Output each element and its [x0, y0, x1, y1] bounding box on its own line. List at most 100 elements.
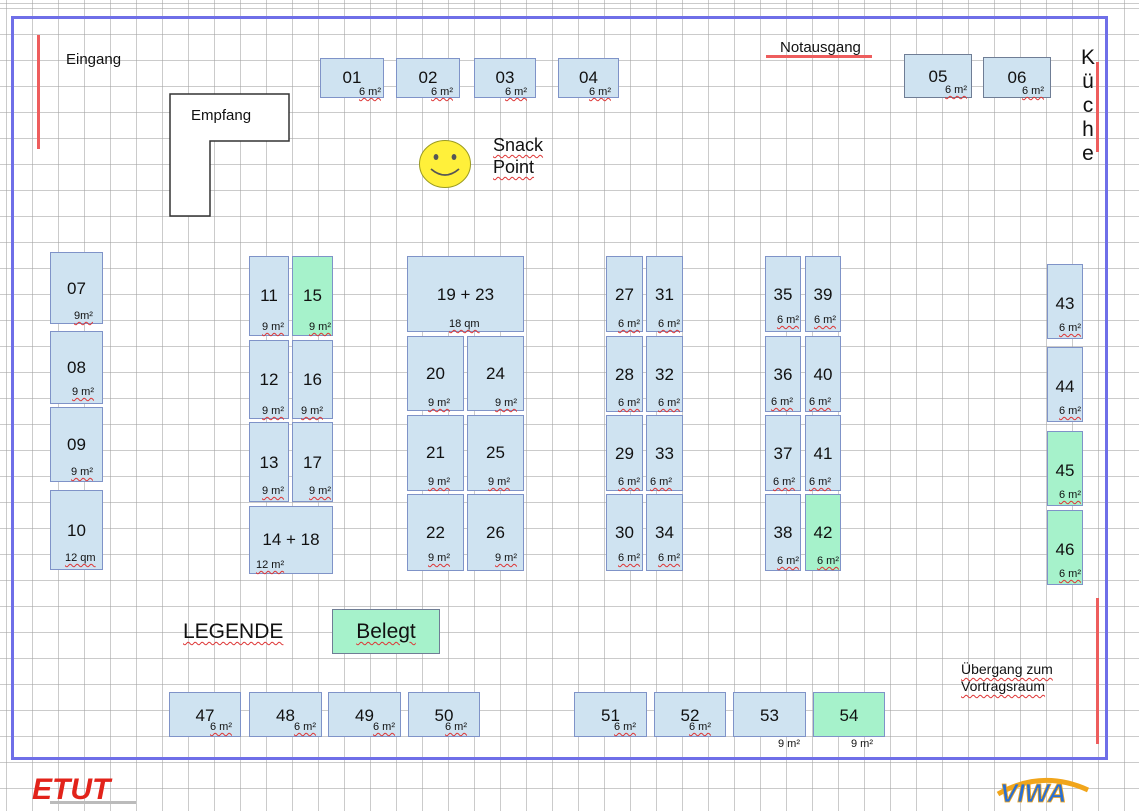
- booth-20: 20 9 m²: [407, 336, 464, 411]
- booth-area: 18 qm: [449, 318, 480, 330]
- booth-number: 11: [260, 286, 278, 305]
- booth-number: 54: [839, 706, 859, 725]
- smiley-icon: [419, 140, 471, 188]
- booth-area: 9 m²: [262, 485, 284, 497]
- passage-label: Übergang zum Vortragsraum: [961, 661, 1053, 694]
- booth-number: 33: [655, 444, 674, 463]
- booth-number: 30: [615, 523, 634, 542]
- booth-number: 28: [615, 365, 634, 384]
- booth-28: 28 6 m²: [606, 336, 643, 412]
- booth-number: 53: [760, 706, 779, 725]
- booth-area: 9 m²: [309, 485, 331, 497]
- viwa-logo: VIWA: [996, 778, 1090, 808]
- booth-area: 6 m²: [777, 314, 799, 326]
- booth-area: 9 m²: [778, 738, 800, 750]
- booth-area: 9 m²: [428, 397, 450, 409]
- booth-number: 19 + 23: [436, 285, 495, 304]
- booth-48: 48 6 m²: [249, 692, 322, 737]
- entrance-marker: [37, 35, 40, 149]
- booth-number: 16: [303, 370, 322, 389]
- booth-41: 41 6 m²: [805, 415, 841, 491]
- booth-17: 17 9 m²: [292, 422, 333, 502]
- booth-area: 12 m²: [256, 559, 285, 571]
- booth-09: 09 9 m²: [50, 407, 103, 482]
- booth-area: 6 m²: [773, 476, 795, 488]
- booth-45: 45 6 m²: [1047, 431, 1083, 506]
- booth-area: 6 m²: [1059, 322, 1081, 334]
- booth-number: 12: [259, 370, 279, 389]
- booth-area: 9 m²: [301, 405, 323, 417]
- booth-04: 04 6 m²: [558, 58, 619, 98]
- booth-47: 47 6 m²: [169, 692, 241, 737]
- booth-number: 39: [813, 285, 833, 304]
- booth-area: 9 m²: [262, 405, 284, 417]
- emergency-exit-label: Notausgang: [780, 39, 861, 56]
- booth-number: 46: [1055, 540, 1075, 559]
- booth-area: 6 m²: [431, 86, 453, 98]
- booth-area: 6 m²: [658, 397, 680, 409]
- booth-35: 35 6 m²: [765, 256, 801, 332]
- legend-occupied-label: Belegt: [356, 620, 416, 643]
- booth-area: 9 m²: [428, 552, 450, 564]
- booth-area: 6 m²: [658, 552, 680, 564]
- booth-area: 6 m²: [814, 314, 836, 326]
- booth-16: 16 9 m²: [292, 340, 333, 419]
- booth-area: 9 m²: [495, 552, 517, 564]
- booth-area: 6 m²: [294, 721, 316, 733]
- booth-43: 43 6 m²: [1047, 264, 1083, 339]
- legend-occupied-swatch: Belegt: [332, 609, 440, 654]
- entrance-label: Eingang: [66, 51, 122, 68]
- booth-area: 6 m²: [809, 396, 831, 408]
- booth-05: 05 6 m²: [904, 54, 972, 98]
- booth-number: 50: [434, 706, 454, 725]
- booth-area: 6 m²: [1059, 489, 1081, 501]
- booth-12: 12 9 m²: [249, 340, 289, 419]
- booth-number: 07: [67, 279, 86, 298]
- booth-area: 9 m²: [851, 738, 873, 750]
- booth-number: 03: [495, 68, 515, 87]
- booth-39: 39 6 m²: [805, 256, 841, 332]
- booth-number: 34: [655, 523, 674, 542]
- booth-number: 29: [615, 444, 634, 463]
- booth-area: 9 m²: [428, 476, 450, 488]
- booth-area: 6 m²: [614, 721, 636, 733]
- booth-53: 53 9 m²: [733, 692, 806, 750]
- booth-area: 6 m²: [689, 721, 711, 733]
- booth-07: 07 9m²: [50, 252, 103, 324]
- booth-area: 6 m²: [589, 86, 611, 98]
- booth-area: 6 m²: [945, 84, 967, 96]
- booth-31: 31 6 m²: [646, 256, 683, 332]
- booth-49: 49 6 m²: [328, 692, 401, 737]
- booth-area: 9 m²: [72, 386, 94, 398]
- booth-area: 6 m²: [618, 552, 640, 564]
- snack-point-label: Snack Point: [493, 135, 544, 177]
- booth-14-18: 14 + 18 12 m²: [249, 506, 333, 574]
- booth-area: 6 m²: [817, 555, 839, 567]
- booth-number: 04: [579, 68, 598, 87]
- booth-01: 01 6 m²: [320, 58, 384, 98]
- booth-area: 9 m²: [488, 476, 510, 488]
- booth-number: 15: [303, 286, 322, 305]
- booth-number: 14 + 18: [262, 530, 320, 549]
- booth-area: 6 m²: [1059, 568, 1081, 580]
- booth-area: 6 m²: [210, 721, 232, 733]
- booth-number: 35: [773, 285, 793, 304]
- kitchen-label: K ü c h e: [1080, 46, 1095, 165]
- booth-number: 31: [655, 285, 674, 304]
- booth-area: 6 m²: [618, 476, 640, 488]
- booth-area: 6 m²: [618, 397, 640, 409]
- booth-number: 44: [1055, 377, 1075, 396]
- booth-24: 24 9 m²: [467, 336, 524, 411]
- booth-area: 9 m²: [262, 321, 284, 333]
- booth-area: 6 m²: [809, 476, 831, 488]
- booth-number: 02: [418, 68, 438, 87]
- booth-number: 38: [773, 523, 793, 542]
- reception-label: Empfang: [191, 107, 252, 124]
- booth-area: 6 m²: [618, 318, 640, 330]
- booth-number: 22: [426, 523, 445, 542]
- booth-number: 10: [67, 521, 86, 540]
- booth-37: 37 6 m²: [765, 415, 801, 491]
- booth-50: 50 6 m²: [408, 692, 480, 737]
- booth-number: 41: [813, 444, 833, 463]
- booth-13: 13 9 m²: [249, 422, 289, 502]
